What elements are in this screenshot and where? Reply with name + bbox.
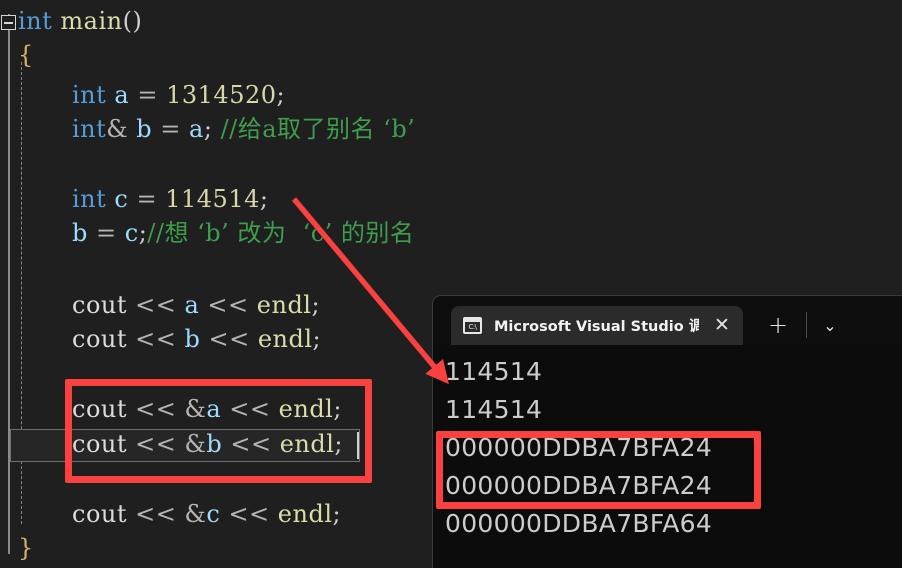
code-line[interactable]: int a = 1314520;: [72, 82, 285, 109]
code-line[interactable]: }: [18, 535, 34, 562]
code-line[interactable]: {: [18, 42, 34, 69]
terminal-output-line: 114514: [445, 395, 543, 424]
new-tab-button[interactable]: +: [766, 313, 790, 338]
toolbar-divider: [806, 312, 807, 338]
close-icon[interactable]: ✕: [711, 316, 733, 335]
code-line[interactable]: cout << b << endl;: [72, 326, 321, 353]
token-comment: //给a取了别名 ‘b’: [220, 115, 416, 143]
code-line[interactable]: b = c;//想 ‘b’ 改为 ‘c’ 的别名: [72, 220, 414, 247]
collapse-region-toggle-icon[interactable]: [1, 15, 16, 30]
terminal-output-line: 114514: [445, 357, 543, 386]
output-highlight-annotation-box: [436, 431, 761, 509]
code-highlight-annotation-box: [65, 379, 372, 483]
code-line[interactable]: cout << a << endl;: [72, 292, 320, 319]
token-function: main: [60, 7, 123, 35]
structure-guide-line: [8, 14, 10, 554]
terminal-tab-title: Microsoft Visual Studio 调试控: [494, 319, 699, 335]
code-line[interactable]: cout << &c << endl;: [72, 501, 341, 528]
code-line[interactable]: int c = 114514;: [72, 186, 268, 213]
console-cmd-icon-label: C:\: [468, 323, 477, 331]
token-comment: //想 ‘b’ 改为 ‘c’ 的别名: [147, 219, 415, 247]
console-cmd-icon: C:\: [463, 317, 482, 334]
code-line[interactable]: int& b = a; //给a取了别名 ‘b’: [72, 116, 415, 143]
screenshot-root: int main() { int a = 1314520; int& b = a…: [0, 0, 902, 568]
terminal-tab[interactable]: C:\ Microsoft Visual Studio 调试控 ✕: [451, 306, 743, 345]
terminal-output-line: 000000DDBA7BFA64: [445, 509, 713, 538]
chevron-down-icon[interactable]: ⌄: [818, 316, 842, 338]
token-keyword: int: [18, 7, 53, 35]
code-line[interactable]: int main(): [18, 8, 142, 35]
terminal-titlebar: C:\ Microsoft Visual Studio 调试控 ✕ + ⌄: [433, 296, 902, 345]
